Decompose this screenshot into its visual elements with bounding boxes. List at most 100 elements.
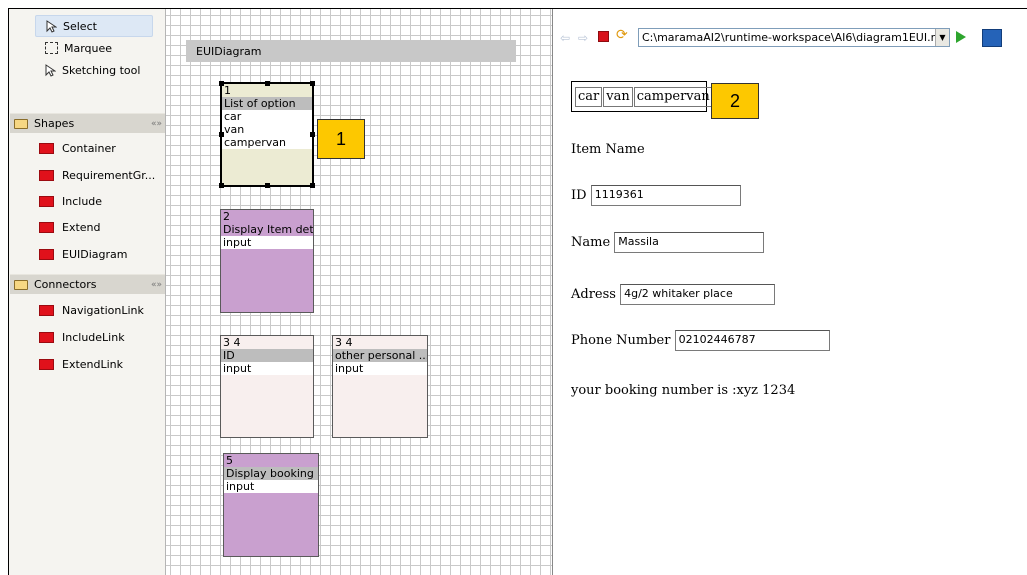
node-id: 3 4	[335, 336, 353, 349]
palette-item-euidiagram[interactable]: EUIDiagram	[39, 243, 169, 265]
callout-label-1: 1	[317, 119, 365, 159]
list-of-option-node[interactable]: 1 List of option car van campervan	[219, 81, 315, 188]
node-id: 3 4	[223, 336, 241, 349]
url-input[interactable]: C:\maramaAI2\runtime-workspace\AI6\diagr…	[638, 28, 950, 47]
option-item: car	[222, 110, 312, 123]
palette-item-label: EUIDiagram	[62, 247, 128, 261]
resize-handle[interactable]	[219, 183, 224, 188]
marquee-tool-label: Marquee	[64, 41, 113, 55]
node-input-field: input	[224, 480, 318, 493]
marquee-tool[interactable]: Marquee	[35, 37, 153, 59]
sketching-tool[interactable]: Sketching tool	[35, 59, 153, 81]
collapse-chevron-icon[interactable]: «»	[151, 280, 162, 290]
sketching-tool-label: Sketching tool	[62, 63, 141, 77]
palette-item-include[interactable]: Include	[39, 190, 169, 212]
id-label: ID	[571, 188, 587, 203]
resize-handle[interactable]	[219, 132, 224, 137]
browser-extra-button[interactable]	[982, 29, 1002, 47]
browser-preview-pane: ⇦ ⇨ ⟳ C:\maramaAI2\runtime-workspace\AI6…	[554, 9, 1027, 575]
display-booking-node[interactable]: 5 Display booking input	[223, 453, 319, 557]
palette-item-container[interactable]: Container	[39, 137, 169, 159]
connectors-drawer[interactable]: Connectors «»	[10, 274, 168, 294]
node-id: 5	[226, 454, 233, 467]
palette-item-extendlink[interactable]: ExtendLink	[39, 353, 169, 375]
url-dropdown-icon[interactable]: ▼	[935, 29, 949, 46]
option-item: campervan	[222, 136, 312, 149]
name-field[interactable]: Massila	[614, 232, 765, 253]
stop-icon[interactable]	[598, 31, 609, 42]
address-row: Adress 4g/2 whitaker place	[571, 284, 776, 305]
palette-item-label: Extend	[62, 220, 101, 234]
address-label: Adress	[571, 287, 616, 302]
booking-number-text: your booking number is :xyz 1234	[571, 383, 796, 398]
shapes-drawer[interactable]: Shapes «»	[10, 113, 168, 133]
id-field[interactable]: 1119361	[590, 185, 741, 206]
palette-item-label: RequirementGr...	[62, 168, 156, 182]
diagram-canvas[interactable]: EUIDiagram 1 List of option car van camp…	[165, 9, 553, 575]
folder-icon	[14, 118, 28, 129]
option-campervan-button[interactable]: campervan	[633, 86, 713, 107]
back-arrow-icon[interactable]: ⇦	[560, 32, 570, 44]
collapse-chevron-icon[interactable]: «»	[151, 119, 162, 129]
marquee-icon	[45, 42, 58, 54]
select-tool[interactable]: Select	[35, 15, 153, 37]
palette-item-navigationlink[interactable]: NavigationLink	[39, 299, 169, 321]
node-input-field: input	[221, 362, 313, 375]
node-id: 2	[223, 210, 230, 223]
forward-arrow-icon[interactable]: ⇨	[578, 32, 588, 44]
palette-item-label: Include	[62, 194, 103, 208]
node-input-field: input	[333, 362, 427, 375]
resize-handle[interactable]	[310, 132, 315, 137]
eui-diagram-container[interactable]: EUIDiagram	[186, 40, 516, 62]
id-row: ID 1119361	[571, 185, 741, 206]
select-tool-label: Select	[63, 19, 97, 33]
extend-shape-icon	[39, 221, 54, 233]
id-node[interactable]: 3 4 ID input	[220, 335, 314, 438]
tool-palette: Select Marquee Sketching tool Shapes «» …	[9, 9, 174, 575]
other-personal-node[interactable]: 3 4 other personal ... input	[332, 335, 428, 438]
palette-item-includelink[interactable]: IncludeLink	[39, 326, 169, 348]
palette-item-extend[interactable]: Extend	[39, 216, 169, 238]
node-title: Display booking	[224, 467, 318, 480]
phone-row: Phone Number 02102446787	[571, 330, 830, 351]
node-title: Display Item detail	[223, 223, 313, 236]
option-item: van	[222, 123, 312, 136]
address-field[interactable]: 4g/2 whitaker place	[620, 284, 776, 305]
browser-toolbar: ⇦ ⇨ ⟳ C:\maramaAI2\runtime-workspace\AI6…	[554, 9, 1027, 66]
euidiagram-shape-icon	[39, 248, 54, 260]
resize-handle[interactable]	[265, 81, 270, 86]
option-buttons-group: car van campervan	[571, 81, 713, 112]
resize-handle[interactable]	[265, 183, 270, 188]
cursor-icon	[46, 19, 57, 33]
refresh-icon[interactable]: ⟳	[616, 28, 628, 42]
palette-item-label: Container	[62, 141, 116, 155]
container-shape-icon	[39, 142, 54, 154]
phone-field[interactable]: 02102446787	[674, 330, 830, 351]
display-item-detail-node[interactable]: 2 Display Item detail input	[220, 209, 314, 313]
requirementgroup-shape-icon	[39, 169, 54, 181]
go-play-icon[interactable]	[956, 31, 966, 43]
resize-handle[interactable]	[310, 183, 315, 188]
connectors-drawer-label: Connectors	[34, 278, 97, 291]
resize-handle[interactable]	[219, 81, 224, 86]
name-label: Name	[571, 235, 611, 250]
shapes-drawer-label: Shapes	[34, 117, 75, 130]
option-car-button[interactable]: car	[575, 86, 603, 107]
node-input-field: input	[221, 236, 313, 249]
palette-item-requirementgroup[interactable]: RequirementGr...	[39, 164, 169, 186]
palette-item-label: NavigationLink	[62, 303, 144, 317]
navigationlink-connector-icon	[39, 304, 54, 316]
item-name-heading: Item Name	[571, 142, 645, 157]
extendlink-connector-icon	[39, 358, 54, 370]
palette-item-label: IncludeLink	[62, 330, 125, 344]
includelink-connector-icon	[39, 331, 54, 343]
phone-label: Phone Number	[571, 333, 671, 348]
palette-item-label: ExtendLink	[62, 357, 124, 371]
application-window: Select Marquee Sketching tool Shapes «» …	[8, 8, 1027, 575]
include-shape-icon	[39, 195, 54, 207]
node-title: other personal ...	[333, 349, 427, 362]
option-van-button[interactable]: van	[603, 86, 633, 107]
node-title: ID	[221, 349, 313, 362]
resize-handle[interactable]	[310, 81, 315, 86]
name-row: Name Massila	[571, 232, 765, 253]
